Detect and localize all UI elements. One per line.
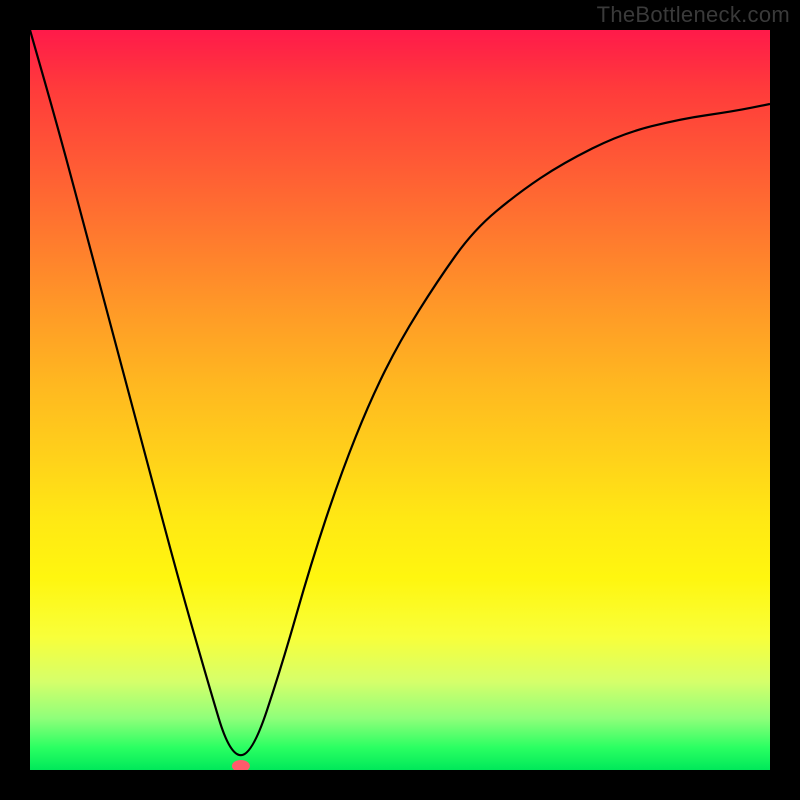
trough-marker [232,760,250,770]
watermark-text: TheBottleneck.com [597,2,790,28]
plot-area [30,30,770,770]
bottleneck-curve [30,30,770,770]
curve-path [30,30,770,755]
chart-frame: TheBottleneck.com [0,0,800,800]
